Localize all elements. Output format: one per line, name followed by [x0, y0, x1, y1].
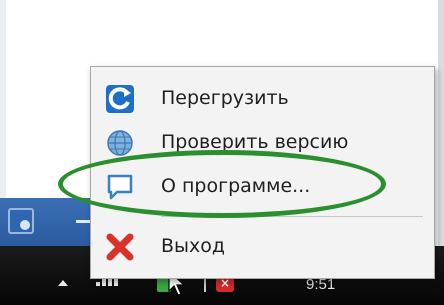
menu-item-exit[interactable]: Выход: [91, 223, 434, 269]
window-left-edge: [0, 0, 6, 200]
window-titlebar[interactable]: [0, 198, 90, 246]
minimize-icon[interactable]: [76, 220, 90, 223]
show-hidden-icons-icon[interactable]: [58, 280, 68, 286]
highlight-ellipse: [58, 150, 386, 218]
app-window-icon[interactable]: [8, 208, 34, 234]
globe-icon: [107, 130, 133, 156]
red-x-icon: [106, 233, 134, 261]
refresh-icon: [106, 85, 134, 113]
menu-item-label: Выход: [161, 235, 226, 257]
menu-item-restart[interactable]: Перегрузить: [91, 75, 434, 121]
menu-item-label: Перегрузить: [161, 87, 289, 109]
window-right-edge: [438, 0, 444, 260]
